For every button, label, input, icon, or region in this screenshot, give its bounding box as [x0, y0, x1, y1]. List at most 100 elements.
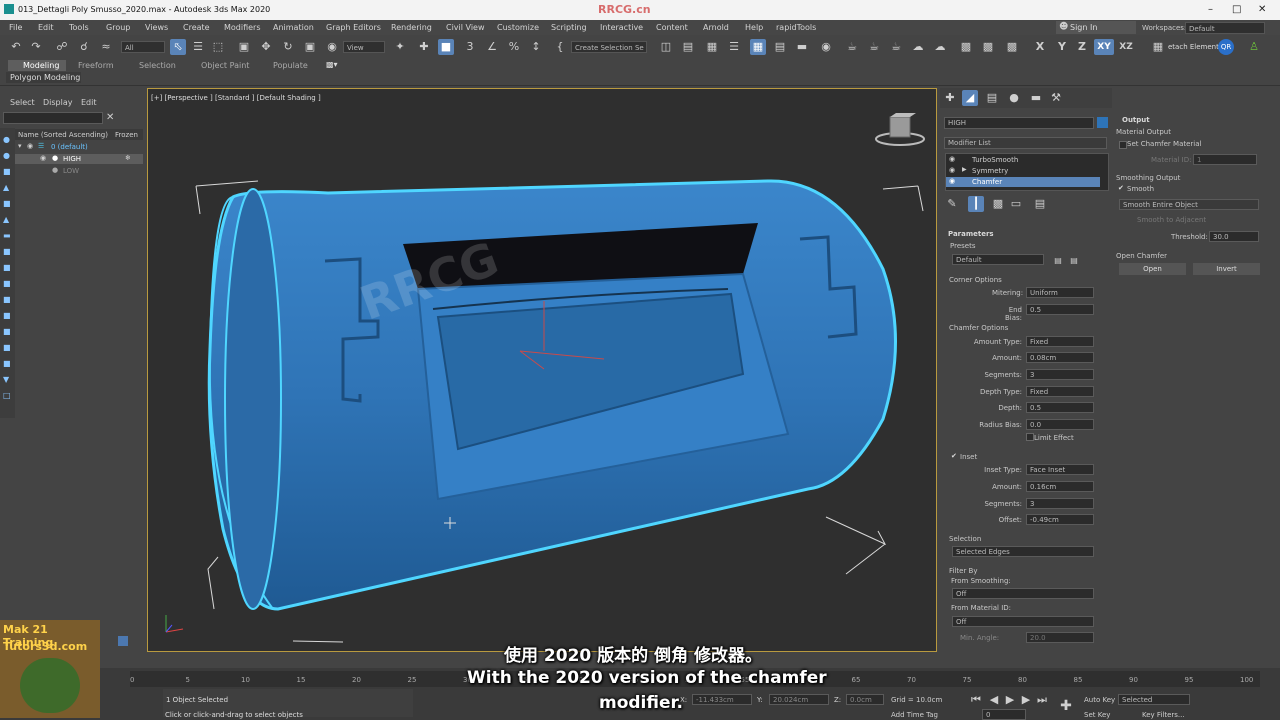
spinner-snap-icon[interactable]: ↕ [528, 39, 544, 55]
presets-dropdown[interactable]: Default [952, 254, 1044, 265]
curve-editor-icon[interactable]: ▤ [772, 39, 788, 55]
auto-key-button[interactable]: Auto Key [1084, 696, 1115, 704]
column-frozen-header[interactable]: Frozen [115, 131, 138, 139]
amount-spinner[interactable]: 0.08cm [1026, 352, 1094, 363]
amount-type-dropdown[interactable]: Fixed [1026, 336, 1094, 347]
bind-spacewarp-icon[interactable]: ≈ [98, 39, 114, 55]
explorer-menu-display[interactable]: Display [43, 98, 73, 107]
show-end-result-icon[interactable]: ┃ [968, 196, 984, 212]
output-rollout-title[interactable]: Output [1122, 116, 1150, 124]
ribbon-tab-object-paint[interactable]: Object Paint [201, 61, 249, 70]
min-angle-spinner[interactable]: 20.0 [1026, 632, 1094, 643]
key-mode-icon[interactable]: ✚ [1058, 698, 1074, 714]
explorer-menu-select[interactable]: Select [10, 98, 35, 107]
configure-sets-icon[interactable]: ▤ [1032, 196, 1048, 212]
prev-frame-icon[interactable]: ◀ [986, 692, 1002, 708]
toggle-ribbon-icon[interactable]: ▦ [750, 39, 766, 55]
motion-tab-icon[interactable]: ● [1006, 90, 1022, 106]
selection-dropdown[interactable]: Selected Edges [952, 546, 1094, 557]
segments-spinner[interactable]: 3 [1026, 369, 1094, 380]
menu-item-civil-view[interactable]: Civil View [446, 23, 485, 32]
unlink-icon[interactable]: ☌ [76, 39, 92, 55]
menu-item-tools[interactable]: Tools [69, 23, 89, 32]
collapse-arrow-icon[interactable]: ▾ [18, 142, 22, 150]
select-by-name-icon[interactable]: ☰ [190, 39, 206, 55]
mitering-dropdown[interactable]: Uniform [1026, 287, 1094, 298]
placement-icon[interactable]: ◉ [324, 39, 340, 55]
material-editor-icon[interactable]: ◉ [818, 39, 834, 55]
stack-item-chamfer[interactable]: ◉ Chamfer [946, 177, 1100, 187]
schematic-view-icon[interactable]: ▬ [794, 39, 810, 55]
eye-icon[interactable]: ◉ [40, 154, 46, 162]
display-tab-icon[interactable]: ▬ [1028, 90, 1044, 106]
named-selection-dropdown[interactable]: Create Selection Se [571, 41, 647, 53]
smooth-checkbox[interactable]: ✔ [1118, 184, 1124, 192]
modifier-list-dropdown[interactable]: Modifier List [944, 137, 1107, 149]
explorer-toggle-icon[interactable] [118, 636, 128, 646]
threshold-spinner[interactable]: 30.0 [1209, 231, 1259, 242]
goto-end-icon[interactable]: ⏭ [1034, 692, 1050, 708]
link-icon[interactable]: ☍ [54, 39, 70, 55]
ribbon-options-icon[interactable]: ▩▾ [326, 60, 338, 69]
open-button[interactable]: Open [1119, 263, 1186, 275]
make-unique-icon[interactable]: ▩ [990, 196, 1006, 212]
selection-filter-dropdown[interactable]: All [121, 41, 165, 53]
utilities-tab-icon[interactable]: ⚒ [1048, 90, 1064, 106]
percent-snap-icon[interactable]: % [506, 39, 522, 55]
object-color-swatch[interactable] [1097, 117, 1108, 128]
menu-item-content[interactable]: Content [656, 23, 688, 32]
z-coord-field[interactable]: 0.0cm [846, 694, 884, 705]
set-chamfer-material-checkbox[interactable] [1119, 141, 1127, 149]
eye-icon[interactable]: ◉ [949, 166, 955, 174]
ribbon-tab-freeform[interactable]: Freeform [78, 61, 114, 70]
clear-search-icon[interactable]: ✕ [106, 112, 114, 123]
ribbon-tab-selection[interactable]: Selection [139, 61, 176, 70]
stack-item-turbosmooth[interactable]: ◉ TurboSmooth [946, 155, 1100, 165]
from-smoothing-dropdown[interactable]: Off [952, 588, 1094, 599]
expand-arrow-icon[interactable]: ▶ [962, 166, 967, 173]
menu-item-customize[interactable]: Customize [497, 23, 539, 32]
modify-tab-icon[interactable]: ◢ [962, 90, 978, 106]
menu-item-modifiers[interactable]: Modifiers [224, 23, 261, 32]
menu-item-file[interactable]: File [9, 23, 22, 32]
radius-bias-spinner[interactable]: 0.0 [1026, 419, 1094, 430]
menu-item-help[interactable]: Help [745, 23, 763, 32]
menu-item-arnold[interactable]: Arnold [703, 23, 729, 32]
smooth-mode-dropdown[interactable]: Smooth Entire Object [1119, 199, 1259, 210]
align-z-icon[interactable]: ▩ [1004, 39, 1020, 55]
keyboard-shortcut-override-icon[interactable]: ■ [438, 39, 454, 55]
x-coord-field[interactable]: -11.433cm [692, 694, 752, 705]
add-time-tag-button[interactable]: Add Time Tag [891, 711, 938, 719]
goto-start-icon[interactable]: ⏮ [968, 692, 984, 708]
axis-z-button[interactable]: Z [1074, 39, 1090, 55]
menu-item-rendering[interactable]: Rendering [391, 23, 432, 32]
detach-element-label[interactable]: etach Element [1168, 43, 1219, 51]
menu-item-group[interactable]: Group [106, 23, 130, 32]
detach-icon[interactable]: ▦ [1150, 39, 1166, 55]
end-bias-spinner[interactable]: 0.5 [1026, 304, 1094, 315]
pivot-center-icon[interactable]: ✦ [392, 39, 408, 55]
tree-row-high[interactable]: ◉ ● HIGH ❄ [15, 154, 143, 164]
align-x-icon[interactable]: ▩ [958, 39, 974, 55]
stack-item-symmetry[interactable]: ◉ ▶ Symmetry [946, 166, 1100, 176]
hierarchy-tab-icon[interactable]: ▤ [984, 90, 1000, 106]
eye-icon[interactable]: ◉ [949, 155, 955, 163]
from-material-dropdown[interactable]: Off [952, 616, 1094, 627]
freeze-icon[interactable]: ❄ [125, 154, 131, 162]
play-icon[interactable]: ▶ [1002, 692, 1018, 708]
inset-amount-spinner[interactable]: 0.16cm [1026, 481, 1094, 492]
rendered-frame-icon[interactable]: ☕ [866, 39, 882, 55]
depth-spinner[interactable]: 0.5 [1026, 402, 1094, 413]
pin-stack-icon[interactable]: ✎ [944, 196, 960, 212]
move-icon[interactable]: ✥ [258, 39, 274, 55]
window-crossing-icon[interactable]: ▣ [236, 39, 252, 55]
limit-effect-checkbox[interactable] [1026, 433, 1034, 441]
perspective-viewport[interactable]: [+] [Perspective ] [Standard ] [Default … [147, 88, 937, 652]
angle-snap-icon[interactable]: ∠ [484, 39, 500, 55]
ref-coord-dropdown[interactable]: View [343, 41, 385, 53]
y-coord-field[interactable]: 20.024cm [769, 694, 829, 705]
depth-type-dropdown[interactable]: Fixed [1026, 386, 1094, 397]
maximize-icon[interactable]: □ [1232, 4, 1241, 15]
remove-modifier-icon[interactable]: ▭ [1008, 196, 1024, 212]
set-key-button[interactable]: Set Key [1084, 711, 1110, 719]
